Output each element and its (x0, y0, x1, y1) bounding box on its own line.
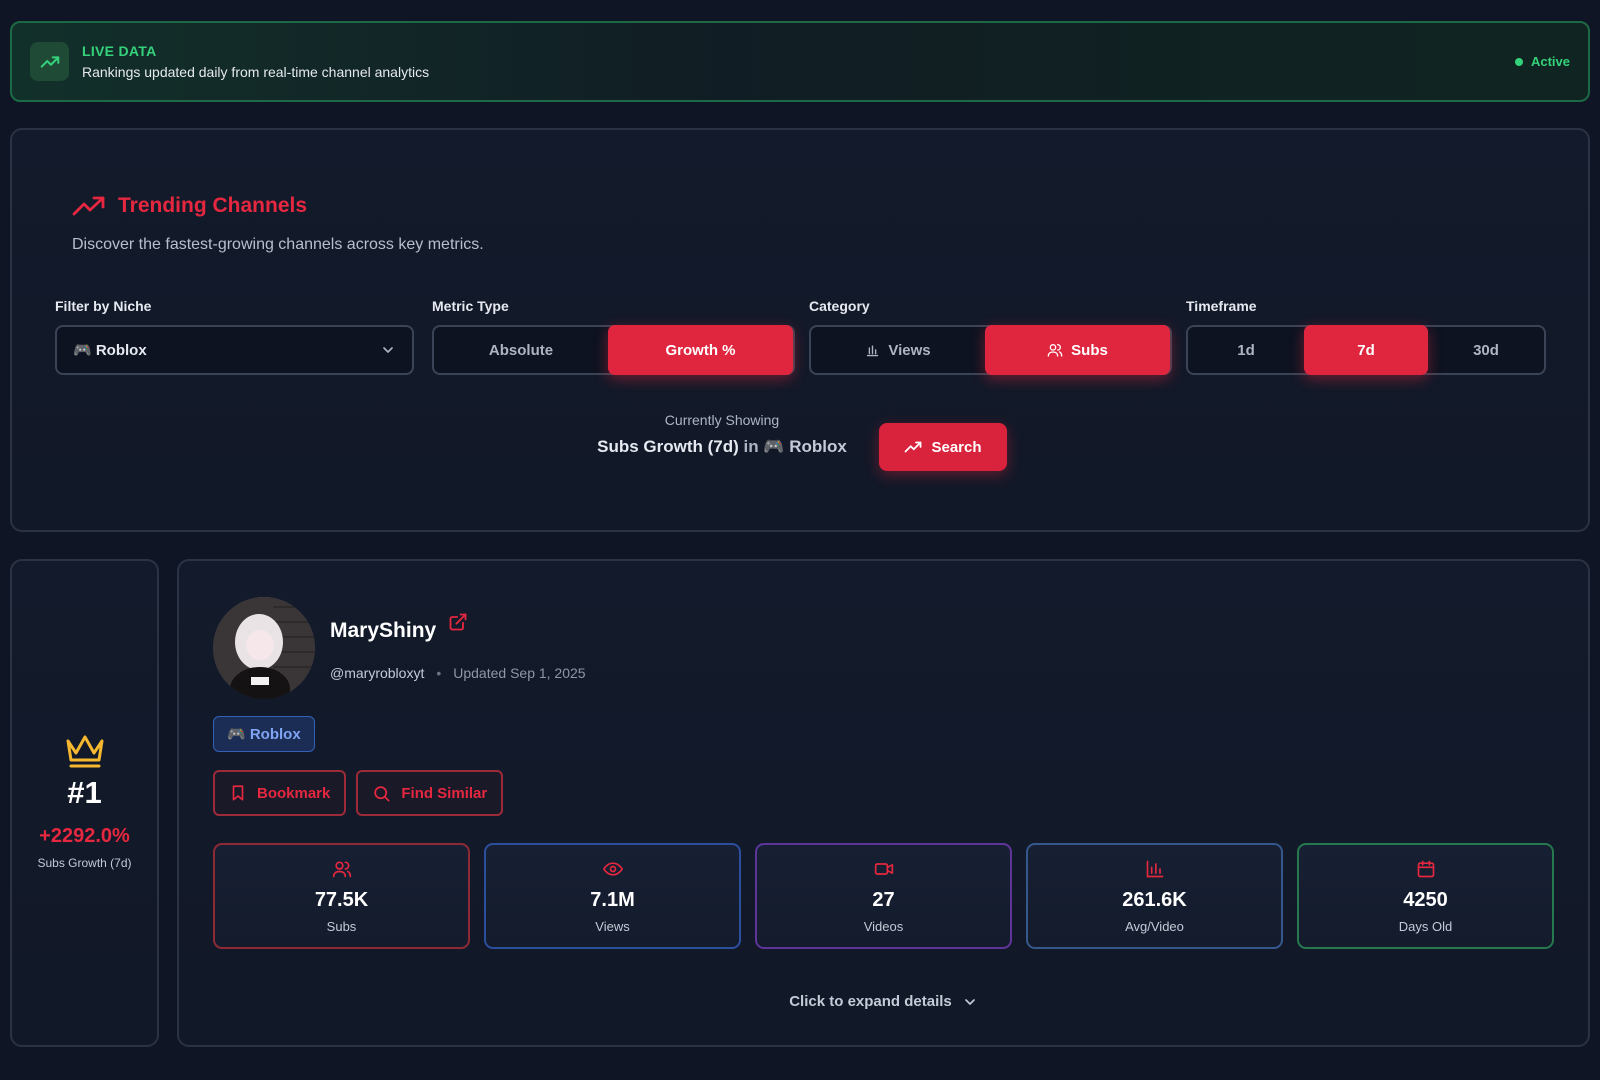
category-views-label: Views (888, 341, 931, 359)
stat-days-old-value: 4250 (1403, 888, 1448, 911)
search-icon (372, 784, 391, 803)
stat-avg-video: 261.6K Avg/Video (1026, 843, 1283, 949)
page-header: Trending Channels (72, 194, 307, 218)
timeframe-30d-button[interactable]: 30d (1428, 327, 1544, 373)
stat-views-label: Views (595, 918, 630, 934)
category-views-button[interactable]: Views (811, 327, 985, 373)
meta-separator: • (436, 665, 442, 681)
stat-videos-label: Videos (863, 918, 904, 934)
category-label: Category (809, 298, 870, 314)
channel-handle: @maryrobloxyt (330, 665, 425, 681)
avatar (213, 597, 315, 699)
users-icon (1047, 342, 1063, 358)
showing-label: Currently Showing (664, 412, 780, 428)
showing-niche: 🎮 Roblox (763, 437, 847, 456)
banner-title: LIVE DATA (82, 43, 157, 59)
stat-subs-value: 77.5K (314, 888, 369, 911)
page-description: Discover the fastest-growing channels ac… (72, 236, 484, 253)
metric-growth-button[interactable]: Growth % (608, 325, 793, 375)
bookmark-label: Bookmark (257, 784, 331, 802)
rank-position: #1 (67, 775, 102, 810)
stat-videos-value: 27 (872, 888, 895, 911)
bookmark-icon (229, 783, 247, 803)
video-icon (873, 859, 895, 879)
expand-details-toggle[interactable]: Click to expand details (179, 993, 1588, 1010)
timeframe-toggle: 1d 7d 30d (1186, 325, 1546, 375)
channel-title-row: MaryShiny (330, 613, 468, 643)
live-data-banner: LIVE DATA Rankings updated daily from re… (10, 21, 1590, 102)
timeframe-label: Timeframe (1186, 298, 1257, 314)
niche-badge: 🎮 Roblox (213, 716, 315, 752)
banner-subtitle: Rankings updated daily from real-time ch… (82, 64, 430, 80)
showing-in: in (743, 437, 759, 456)
niche-select[interactable]: 🎮 Roblox (55, 325, 414, 375)
metric-type-label: Metric Type (432, 298, 509, 314)
stat-avg-video-value: 261.6K (1122, 888, 1187, 911)
channel-actions: Bookmark Find Similar (213, 770, 504, 816)
category-subs-button[interactable]: Subs (985, 325, 1170, 375)
niche-select-value: 🎮 Roblox (73, 342, 147, 359)
chevron-down-icon (962, 994, 978, 1010)
stat-views: 7.1M Views (484, 843, 741, 949)
stat-subs-label: Subs (326, 918, 357, 934)
metric-type-toggle: Absolute Growth % (432, 325, 795, 375)
metric-absolute-button[interactable]: Absolute (434, 327, 608, 373)
trending-up-icon (30, 42, 69, 81)
chevron-down-icon (380, 342, 396, 358)
bookmark-button[interactable]: Bookmark (213, 770, 347, 816)
eye-icon (602, 859, 624, 879)
timeframe-filter: Timeframe 1d 7d 30d (1186, 298, 1546, 375)
channel-name[interactable]: MaryShiny (330, 619, 436, 643)
metric-type-filter: Metric Type Absolute Growth % (432, 298, 795, 375)
find-similar-label: Find Similar (401, 784, 488, 802)
niche-filter-label: Filter by Niche (55, 298, 152, 314)
stat-views-value: 7.1M (590, 888, 635, 911)
bar-chart-icon (865, 343, 880, 358)
external-link-icon[interactable] (448, 612, 468, 632)
stat-subs: 77.5K Subs (213, 843, 470, 949)
timeframe-7d-button[interactable]: 7d (1304, 325, 1428, 375)
calendar-icon (1415, 859, 1437, 879)
category-toggle: Views Subs (809, 325, 1172, 375)
rank-growth-label: Subs Growth (7d) (37, 856, 132, 870)
filter-panel: Trending Channels Discover the fastest-g… (10, 128, 1590, 532)
rank-growth-value: +2292.0% (39, 825, 130, 847)
showing-value: Subs Growth (7d) in 🎮 Roblox (572, 437, 872, 457)
category-filter: Category Views Subs (809, 298, 1172, 375)
channel-meta: @maryrobloxyt • Updated Sep 1, 2025 (330, 665, 586, 681)
users-icon (331, 859, 353, 879)
stat-days-old: 4250 Days Old (1297, 843, 1554, 949)
timeframe-1d-button[interactable]: 1d (1188, 327, 1304, 373)
expand-details-label: Click to expand details (789, 993, 952, 1010)
channel-card[interactable]: MaryShiny @maryrobloxyt • Updated Sep 1,… (177, 559, 1590, 1047)
showing-metric: Subs Growth (7d) (597, 437, 739, 456)
trending-up-icon (72, 194, 106, 218)
find-similar-button[interactable]: Find Similar (356, 770, 504, 816)
stat-avg-video-label: Avg/Video (1125, 918, 1184, 934)
stat-days-old-label: Days Old (1398, 918, 1453, 934)
rank-card: #1 +2292.0% Subs Growth (7d) (10, 559, 159, 1047)
stats-row: 77.5K Subs 7.1M Views 27 Videos 261.6K A… (213, 843, 1554, 949)
current-selection-summary: Currently Showing Subs Growth (7d) in 🎮 … (572, 412, 872, 457)
status-text: Active (1530, 54, 1570, 69)
bar-chart-icon (1144, 859, 1166, 879)
search-button[interactable]: Search (879, 423, 1007, 471)
page-title: Trending Channels (118, 194, 308, 217)
category-subs-label: Subs (1071, 341, 1108, 359)
status-dot-icon (1514, 57, 1523, 66)
crown-icon (12, 733, 157, 769)
stat-videos: 27 Videos (755, 843, 1012, 949)
niche-filter: Filter by Niche 🎮 Roblox (55, 298, 414, 375)
trending-up-icon (904, 440, 922, 454)
updated-date: Updated Sep 1, 2025 (453, 665, 586, 681)
search-button-label: Search (931, 438, 982, 456)
status-badge: Active (1514, 54, 1570, 69)
